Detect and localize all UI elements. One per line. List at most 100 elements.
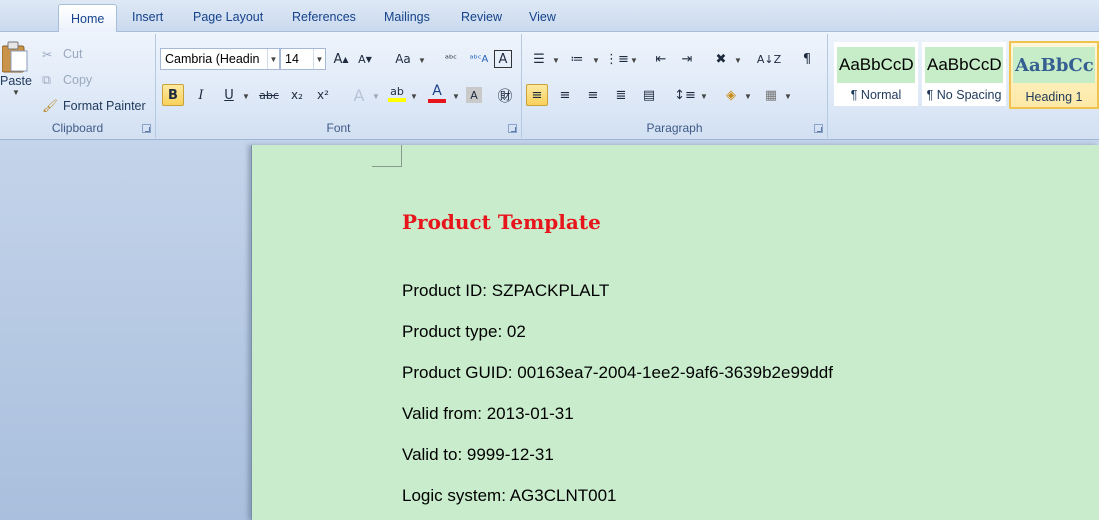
styles-group: AaBbCcD ¶ Normal AaBbCcD ¶ No Spacing Aa… xyxy=(830,34,1099,138)
borders-dropdown-icon[interactable]: ▼ xyxy=(784,92,792,101)
superscript-button[interactable]: x² xyxy=(312,84,334,106)
clipboard-dialog-launcher-icon[interactable] xyxy=(142,124,151,133)
tab-page-layout[interactable]: Page Layout xyxy=(193,10,263,24)
style-heading-1-label: Heading 1 xyxy=(1025,90,1083,104)
style-no-spacing-preview: AaBbCcD xyxy=(925,47,1003,83)
cut-button[interactable]: ✂ Cut xyxy=(42,44,82,64)
font-color-swatch xyxy=(428,99,446,103)
copy-label: Copy xyxy=(63,73,93,87)
font-group-label: Font xyxy=(326,121,351,135)
justify-button[interactable]: ≣ xyxy=(610,84,632,106)
font-name-dropdown-icon[interactable]: ▼ xyxy=(267,49,279,69)
subscript-button[interactable]: x₂ xyxy=(286,84,308,106)
tab-review[interactable]: Review xyxy=(461,10,502,24)
ribbon: Paste ▼ ✂ Cut ⧉ Copy 🖌 Format Painter Cl… xyxy=(0,32,1099,140)
font-size-value: 14 xyxy=(285,52,299,66)
numbering-icon[interactable]: ≔ xyxy=(566,48,588,70)
product-id-line: Product ID: SZPACKPLALT xyxy=(402,281,610,300)
enclose-characters-icon[interactable]: ㊖ xyxy=(494,84,516,106)
valid-to-line: Valid to: 9999-12-31 xyxy=(402,445,554,464)
text-highlight-color-button[interactable]: ab xyxy=(386,82,408,104)
text-effects-icon[interactable]: A xyxy=(348,84,370,106)
tab-mailings[interactable]: Mailings xyxy=(384,10,430,24)
paragraph-dialog-launcher-icon[interactable] xyxy=(814,124,823,133)
clear-formatting-icon[interactable]: ᵃᵇᶜ xyxy=(440,48,462,70)
character-shading-icon[interactable]: A xyxy=(466,87,482,103)
font-size-combo[interactable]: 14 ▼ xyxy=(280,48,326,70)
line-spacing-icon[interactable]: ↕≡ xyxy=(674,84,696,106)
font-size-dropdown-icon[interactable]: ▼ xyxy=(313,49,325,69)
clipboard-icon xyxy=(2,41,28,73)
logic-system-line: Logic system: AG3CLNT001 xyxy=(402,486,617,505)
font-name-combo[interactable]: Cambria (Headin ▼ xyxy=(160,48,280,70)
format-painter-button[interactable]: 🖌 Format Painter xyxy=(42,96,146,116)
align-left-button[interactable]: ≡ xyxy=(526,84,548,106)
font-color-button[interactable]: A xyxy=(426,82,448,104)
style-no-spacing[interactable]: AaBbCcD ¶ No Spacing xyxy=(922,42,1006,106)
clipboard-group-label: Clipboard xyxy=(51,121,104,135)
align-right-button[interactable]: ≡ xyxy=(582,84,604,106)
product-guid-line: Product GUID: 00163ea7-2004-1ee2-9af6-36… xyxy=(402,363,833,382)
shading-dropdown-icon[interactable]: ▼ xyxy=(744,92,752,101)
increase-indent-icon[interactable]: ⇥ xyxy=(676,48,698,70)
distributed-button[interactable]: ▤ xyxy=(638,84,660,106)
multilevel-list-icon[interactable]: ⋮≡ xyxy=(605,48,629,70)
paste-button[interactable]: Paste ▼ xyxy=(0,40,32,110)
character-border-icon[interactable]: A xyxy=(494,50,512,68)
decrease-indent-icon[interactable]: ⇤ xyxy=(650,48,672,70)
sort-icon[interactable]: A↓Z xyxy=(757,48,781,70)
shrink-font-icon[interactable]: A ▼ xyxy=(354,48,376,70)
multilevel-list-dropdown-icon[interactable]: ▼ xyxy=(630,56,638,65)
font-color-dropdown-icon[interactable]: ▼ xyxy=(452,92,460,101)
text-effects-dropdown-icon[interactable]: ▼ xyxy=(372,92,380,101)
highlight-color-swatch xyxy=(388,97,406,102)
borders-icon[interactable]: ▦ xyxy=(760,84,782,106)
paste-label: Paste xyxy=(0,74,32,88)
underline-button[interactable]: U xyxy=(218,84,240,106)
paste-dropdown-arrow-icon[interactable]: ▼ xyxy=(12,88,20,97)
numbering-dropdown-icon[interactable]: ▼ xyxy=(592,56,600,65)
italic-button[interactable]: I xyxy=(190,84,212,106)
font-dialog-launcher-icon[interactable] xyxy=(508,124,517,133)
font-group: Cambria (Headin ▼ 14 ▼ A ▲ A ▼ Aa ▼ ᵃᵇᶜ ᵃᵇ… xyxy=(156,34,522,138)
tab-references[interactable]: References xyxy=(292,10,356,24)
paragraph-group-label: Paragraph xyxy=(646,121,703,135)
bullets-dropdown-icon[interactable]: ▼ xyxy=(552,56,560,65)
chinese-layout-icon[interactable]: ✖ xyxy=(710,48,732,70)
underline-dropdown-icon[interactable]: ▼ xyxy=(242,92,250,101)
document-title: Product Template xyxy=(402,210,601,234)
grow-font-icon[interactable]: A ▲ xyxy=(330,48,352,70)
product-type-line: Product type: 02 xyxy=(402,322,526,341)
paintbrush-icon: 🖌 xyxy=(42,98,58,113)
chinese-layout-dropdown-icon[interactable]: ▼ xyxy=(734,56,742,65)
copy-icon: ⧉ xyxy=(42,72,51,87)
tab-view[interactable]: View xyxy=(529,10,556,24)
font-color-icon: A xyxy=(432,83,442,99)
document-page[interactable]: Product Template Product ID: SZPACKPLALT… xyxy=(251,145,1099,520)
style-normal[interactable]: AaBbCcD ¶ Normal xyxy=(834,42,918,106)
style-heading-1[interactable]: AaBbCc Heading 1 xyxy=(1009,41,1099,109)
tab-home[interactable]: Home xyxy=(58,4,118,33)
copy-button[interactable]: ⧉ Copy xyxy=(42,70,92,90)
phonetic-guide-icon[interactable]: ᵃᵇᶜA xyxy=(468,48,490,70)
highlight-dropdown-icon[interactable]: ▼ xyxy=(410,92,418,101)
cut-label: Cut xyxy=(63,47,83,61)
style-normal-label: ¶ Normal xyxy=(850,88,902,102)
strikethrough-button[interactable]: abc xyxy=(258,84,280,106)
tab-insert[interactable]: Insert xyxy=(132,10,163,24)
change-case-dropdown-icon[interactable]: ▼ xyxy=(418,56,426,65)
ribbon-tab-bar: Home Insert Page Layout References Maili… xyxy=(0,0,1099,33)
bullets-icon[interactable]: ☰ xyxy=(528,48,550,70)
clipboard-group: Paste ▼ ✂ Cut ⧉ Copy 🖌 Format Painter Cl… xyxy=(0,34,156,138)
style-normal-preview: AaBbCcD xyxy=(837,47,915,83)
shading-bucket-icon[interactable]: ◈ xyxy=(720,84,742,106)
line-spacing-dropdown-icon[interactable]: ▼ xyxy=(700,92,708,101)
show-paragraph-marks-icon[interactable]: ¶ xyxy=(796,48,818,70)
change-case-icon[interactable]: Aa xyxy=(392,48,414,70)
style-heading-1-preview: AaBbCc xyxy=(1013,47,1095,83)
bold-button[interactable]: B xyxy=(162,84,184,106)
align-center-button[interactable]: ≡ xyxy=(554,84,576,106)
margin-corner-mark xyxy=(372,145,402,167)
scissors-icon: ✂ xyxy=(42,46,53,62)
highlighter-icon: ab xyxy=(390,84,404,98)
